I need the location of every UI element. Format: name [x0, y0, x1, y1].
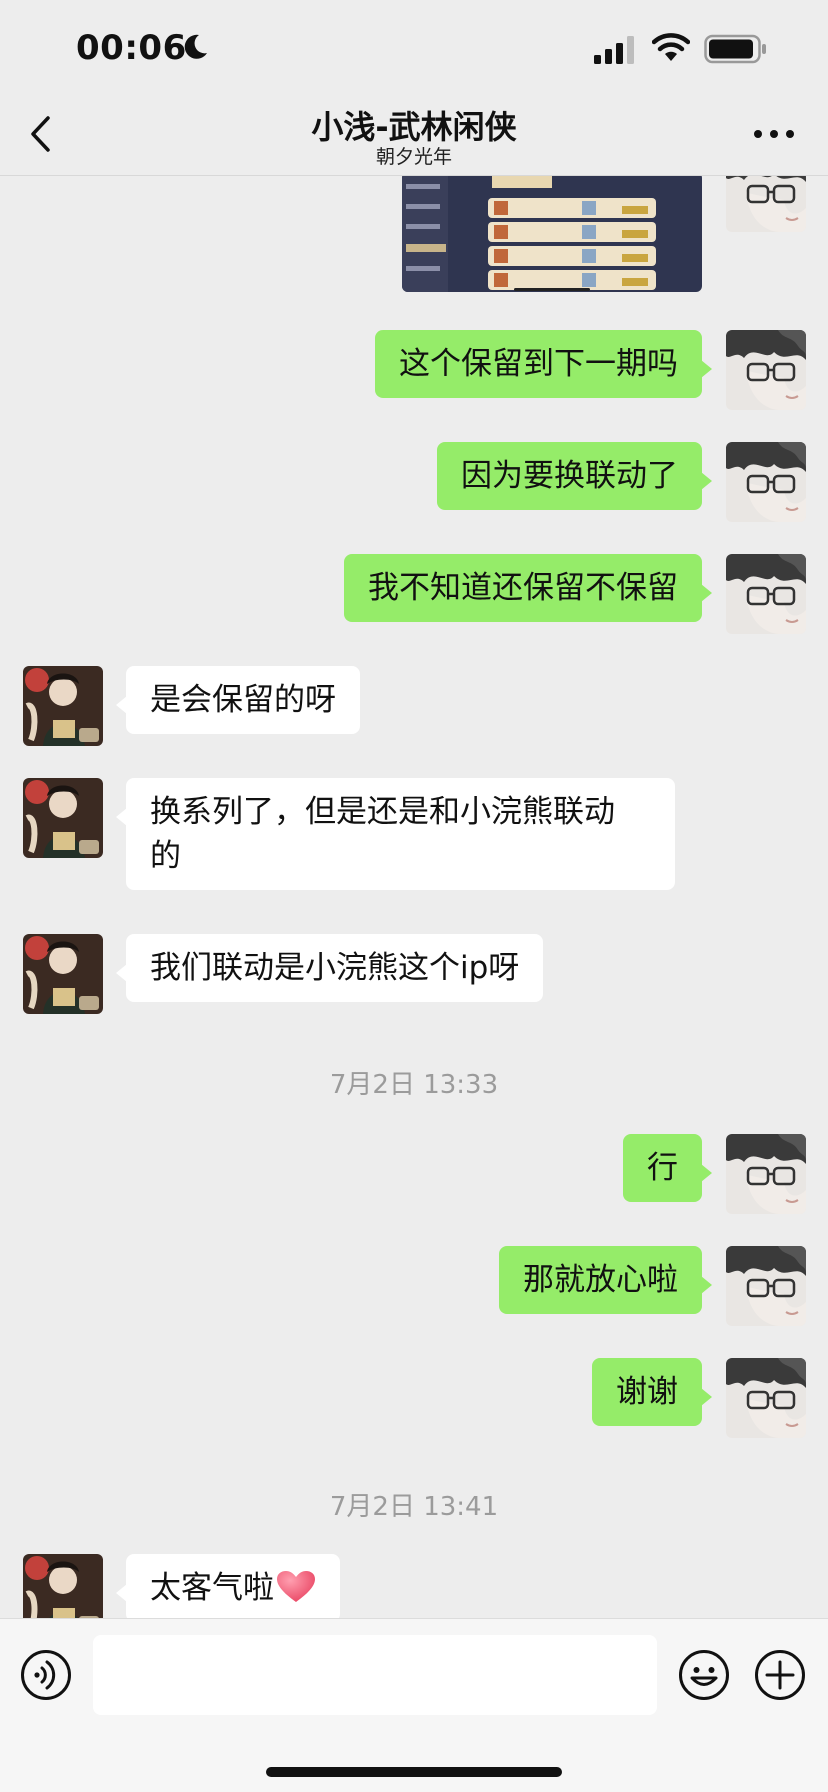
my-avatar[interactable] [726, 176, 806, 232]
heart-icon [277, 1571, 315, 1602]
message-list[interactable]: 这个保留到下一期吗 因为要换联动了 我不知道还保留不保留 是会保留的呀 换系列了… [0, 176, 828, 1618]
input-bar [0, 1618, 828, 1792]
contact-avatar[interactable] [23, 778, 103, 858]
contact-avatar[interactable] [23, 934, 103, 1014]
timestamp: 7月2日 13:41 [329, 1492, 499, 1522]
outgoing-bubble[interactable]: 因为要换联动了 [437, 442, 712, 510]
contact-avatar[interactable] [23, 1554, 103, 1618]
my-avatar[interactable] [726, 442, 806, 522]
chat-header: 小浅-武林闲侠 朝夕光年 [0, 100, 828, 176]
voice-icon[interactable] [20, 1649, 72, 1701]
home-indicator[interactable] [266, 1767, 562, 1777]
signal-icon [594, 36, 634, 64]
contact-avatar[interactable] [23, 666, 103, 746]
incoming-bubble[interactable]: 我们联动是小浣熊这个ip呀 [115, 934, 544, 1002]
image-message[interactable] [402, 176, 702, 292]
bubble-line: 的 [150, 838, 181, 874]
status-time: 00:06 [76, 28, 187, 68]
outgoing-bubble[interactable]: 这个保留到下一期吗 [375, 330, 712, 398]
battery-icon [704, 34, 766, 64]
chat-subtitle: 朝夕光年 [375, 146, 452, 168]
my-avatar[interactable] [726, 330, 806, 410]
status-bar: 00:06 [0, 0, 828, 100]
outgoing-bubble[interactable]: 我不知道还保留不保留 [344, 554, 712, 622]
outgoing-bubble[interactable]: 那就放心啦 [499, 1246, 712, 1314]
my-avatar[interactable] [726, 1246, 806, 1326]
wifi-icon [652, 33, 690, 61]
my-avatar[interactable] [726, 1358, 806, 1438]
bubble-line: 换系列了，但是还是和小浣熊联动 [150, 794, 615, 830]
bubble-text: 太客气啦 [150, 1570, 274, 1606]
incoming-bubble[interactable]: 换系列了，但是还是和小浣熊联动 的 [116, 778, 675, 890]
moon-icon [184, 34, 207, 59]
plus-icon[interactable] [754, 1649, 806, 1701]
message-input[interactable] [93, 1635, 657, 1715]
outgoing-bubble[interactable]: 行 [623, 1134, 712, 1202]
outgoing-bubble[interactable]: 谢谢 [592, 1358, 712, 1426]
my-avatar[interactable] [726, 554, 806, 634]
timestamp: 7月2日 13:33 [329, 1070, 499, 1100]
emoji-icon[interactable] [678, 1649, 730, 1701]
incoming-bubble[interactable]: 太客气啦 [116, 1554, 340, 1618]
my-avatar[interactable] [726, 1134, 806, 1214]
more-icon[interactable] [752, 128, 796, 140]
incoming-bubble[interactable]: 是会保留的呀 [116, 666, 360, 734]
